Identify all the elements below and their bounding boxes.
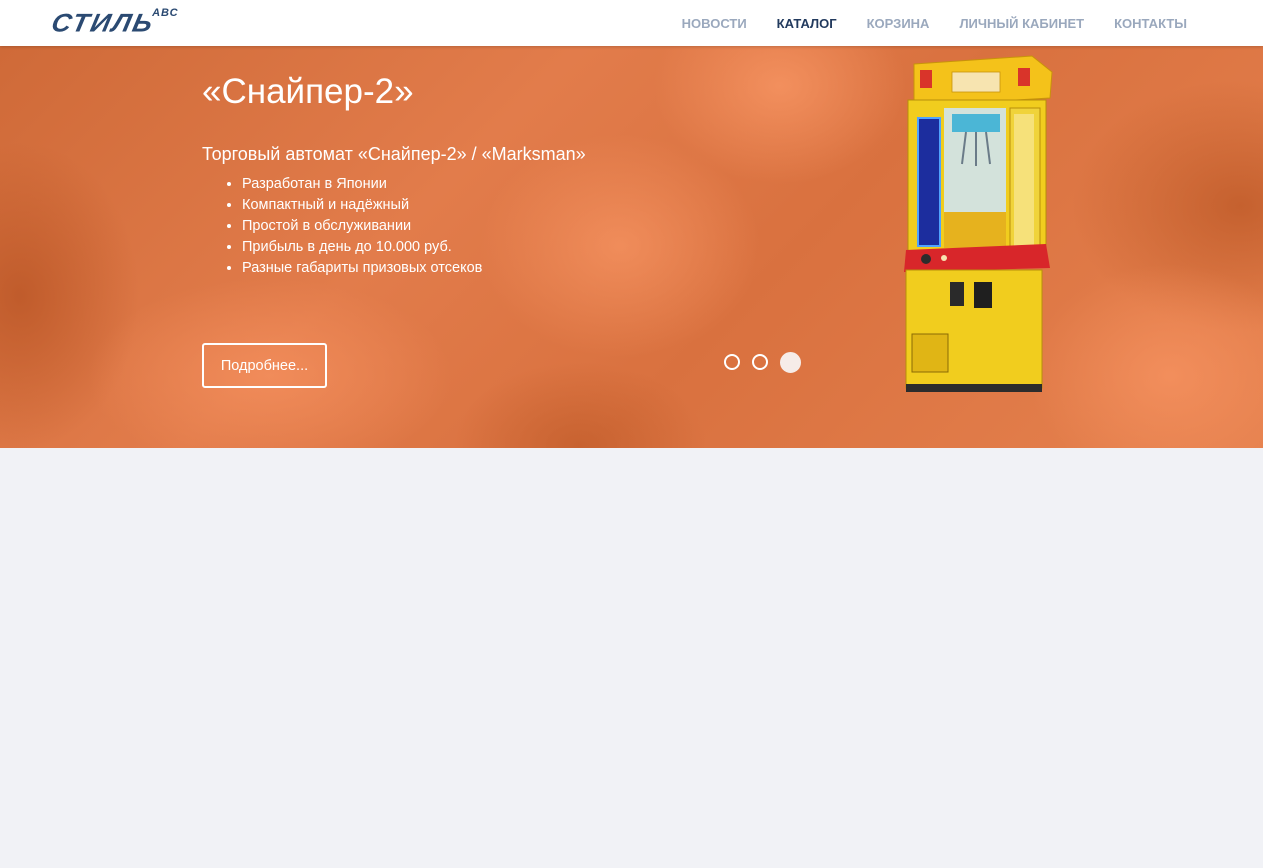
feature-list: Разработан в Японии Компактный и надёжны… [202,174,482,279]
slide-subtitle: Торговый автомат «Снайпер-2» / «Marksman… [202,144,586,164]
nav-catalog[interactable]: КАТАЛОГ [777,16,837,31]
claw-machine-image [904,55,1053,392]
main-menu: НОВОСТИ КАТАЛОГ КОРЗИНА ЛИЧНЫЙ КАБИНЕТ К… [682,0,1187,46]
top-navigation-bar: СТИЛЬ АВС НОВОСТИ КАТАЛОГ КОРЗИНА ЛИЧНЫЙ… [0,0,1263,46]
more-details-button[interactable]: Подробнее... [202,343,327,388]
logo-text: СТИЛЬ [48,8,158,38]
slide-dot-1[interactable] [724,354,740,370]
nav-contacts[interactable]: КОНТАКТЫ [1114,16,1187,31]
slide-dot-3[interactable] [780,352,801,373]
feature-item: Прибыль в день до 10.000 руб. [242,237,482,258]
feature-item: Простой в обслуживании [242,216,482,237]
hero-slider: «Снайпер-2» Торговый автомат «Снайпер-2»… [0,46,1263,448]
slider-pagination [724,352,801,373]
nav-cart[interactable]: КОРЗИНА [867,16,930,31]
nav-news[interactable]: НОВОСТИ [682,16,747,31]
site-logo[interactable]: СТИЛЬ АВС [48,8,179,38]
feature-item: Компактный и надёжный [242,195,482,216]
feature-item: Разные габариты призовых отсеков [242,258,482,279]
feature-item: Разработан в Японии [242,174,482,195]
slide-dot-2[interactable] [752,354,768,370]
slide-title: «Снайпер-2» [202,72,414,111]
page-content-area [0,448,1263,868]
nav-account[interactable]: ЛИЧНЫЙ КАБИНЕТ [959,16,1084,31]
